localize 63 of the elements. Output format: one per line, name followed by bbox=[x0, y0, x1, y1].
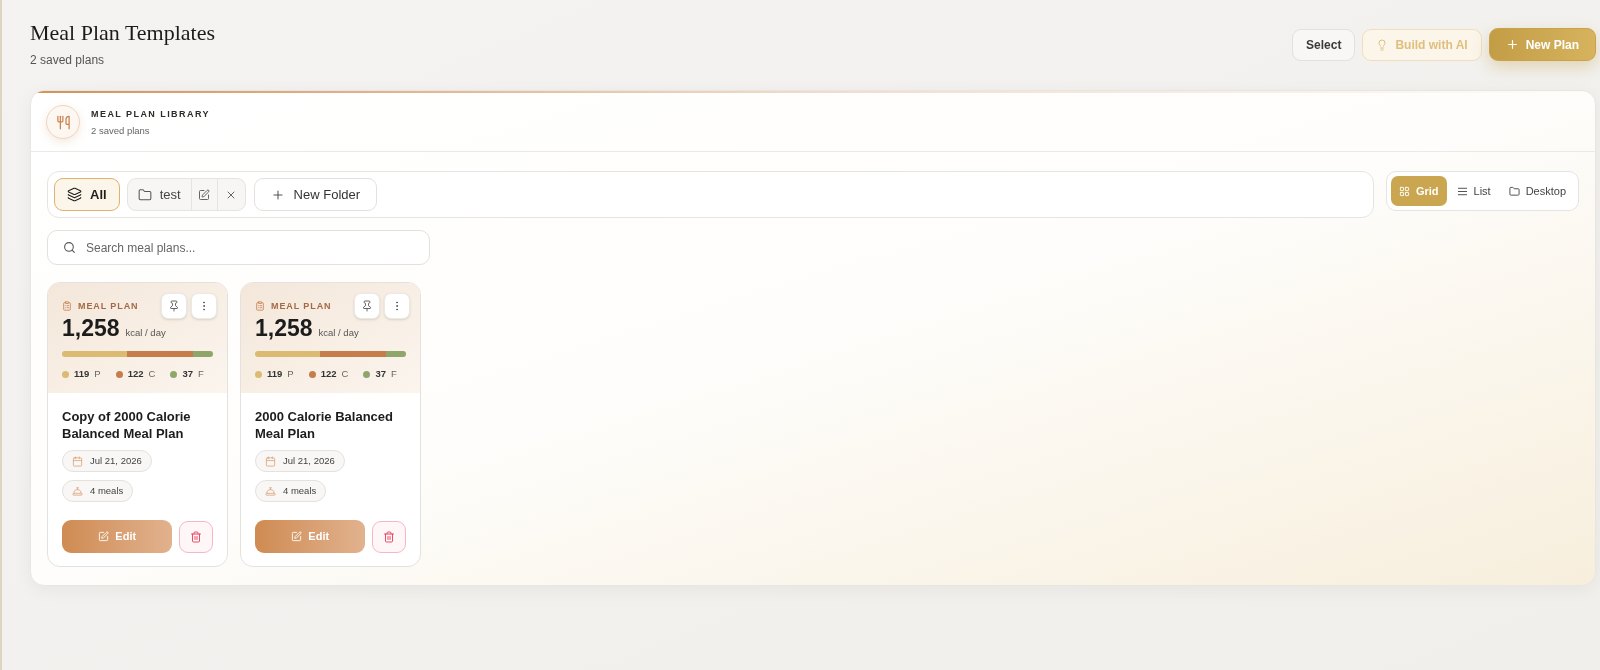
new-folder-button[interactable]: New Folder bbox=[253, 178, 378, 211]
macro-amount: 122 bbox=[320, 368, 337, 380]
pin-icon bbox=[168, 300, 180, 312]
macro-amount: 122 bbox=[127, 368, 144, 380]
macro-label: C bbox=[148, 368, 156, 380]
edit-icon bbox=[291, 531, 303, 542]
calorie-value: 1,258 bbox=[62, 315, 120, 341]
pin-button[interactable] bbox=[161, 293, 187, 319]
macro-label: F bbox=[198, 368, 204, 380]
search-input[interactable]: Search meal plans... bbox=[86, 237, 414, 258]
plan-type-label: MEAL PLAN bbox=[271, 300, 332, 312]
plus-icon bbox=[1505, 38, 1519, 51]
grid-icon bbox=[1398, 185, 1410, 197]
calorie-value: 1,258 bbox=[255, 315, 313, 341]
delete-button[interactable] bbox=[372, 520, 406, 553]
library-subtitle: 2 saved plans bbox=[91, 124, 151, 137]
list-icon bbox=[1456, 185, 1468, 197]
view-tab[interactable]: List bbox=[1448, 176, 1499, 206]
folder-icon bbox=[137, 187, 152, 202]
calendar-icon bbox=[72, 455, 83, 467]
library-title: MEAL PLAN LIBRARY bbox=[91, 107, 210, 120]
plan-title: 2000 Calorie Balanced Meal Plan bbox=[255, 408, 395, 442]
layers-icon bbox=[67, 187, 82, 202]
edit-icon bbox=[198, 188, 211, 201]
folder-tab[interactable]: All bbox=[54, 178, 120, 211]
view-tab[interactable]: Desktop bbox=[1500, 176, 1574, 206]
calendar-icon bbox=[265, 455, 276, 467]
search-icon bbox=[63, 241, 76, 254]
calorie-unit: kcal / day bbox=[125, 326, 166, 340]
search-field[interactable]: Search meal plans... bbox=[47, 230, 430, 265]
edit-icon bbox=[98, 531, 110, 542]
macro-label: F bbox=[391, 368, 397, 380]
macro-amount: 119 bbox=[267, 368, 283, 380]
page-title: Meal Plan Templates bbox=[30, 19, 215, 47]
page-subtitle: 2 saved plans bbox=[30, 52, 106, 68]
pin-icon bbox=[361, 300, 373, 312]
macro-label: P bbox=[287, 368, 294, 380]
select-button[interactable]: Select bbox=[1292, 28, 1356, 61]
cloche-icon bbox=[265, 485, 276, 497]
macro-amount: 37 bbox=[375, 368, 386, 380]
macro-amount: 119 bbox=[74, 368, 90, 380]
macro-label: P bbox=[94, 368, 101, 380]
plan-title: Copy of 2000 Calorie Balanced Meal Plan bbox=[62, 408, 192, 442]
pin-button[interactable] bbox=[354, 293, 380, 319]
plan-type-label: MEAL PLAN bbox=[78, 300, 139, 312]
date-text: Jul 21, 2026 bbox=[90, 453, 142, 468]
cloche-icon bbox=[72, 485, 83, 497]
fork-knife-icon bbox=[55, 114, 71, 130]
calorie-unit: kcal / day bbox=[318, 326, 359, 340]
clipboard-icon bbox=[62, 301, 72, 311]
meals-text: 4 meals bbox=[90, 483, 124, 498]
meals-text: 4 meals bbox=[283, 483, 317, 498]
date-text: Jul 21, 2026 bbox=[283, 453, 335, 468]
macro-label: C bbox=[341, 368, 349, 380]
trash-icon bbox=[383, 530, 396, 543]
clipboard-icon bbox=[255, 301, 265, 311]
folder-icon bbox=[1508, 185, 1520, 197]
plus-icon bbox=[270, 187, 285, 202]
delete-button[interactable] bbox=[179, 520, 213, 553]
lightbulb-icon bbox=[1376, 38, 1389, 51]
trash-icon bbox=[190, 530, 203, 543]
folder-tab[interactable]: test bbox=[127, 179, 191, 210]
macro-amount: 37 bbox=[182, 368, 193, 380]
